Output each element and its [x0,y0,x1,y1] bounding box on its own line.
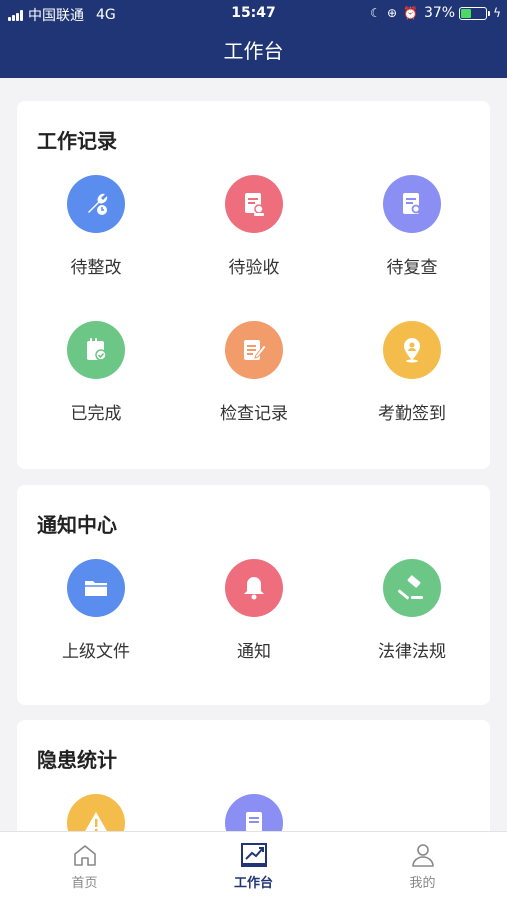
tab-mine[interactable]: 我的 [338,832,507,901]
tab-label: 首页 [71,876,98,891]
tab-label: 工作台 [233,876,273,891]
item-label: 法律法规 [378,642,446,662]
item-label: 待整改 [70,258,122,278]
item-label: 上级文件 [62,642,130,662]
bell-icon [225,559,283,617]
location-pin-icon [383,321,441,379]
document-edit-icon [225,321,283,379]
section-title: 工作记录 [37,129,117,153]
battery-percent: 37% [423,5,456,21]
page-header: 工作台 [0,28,507,78]
battery-level [461,8,471,18]
folder-icon [67,559,125,617]
moon-icon: ☾ [370,6,381,20]
item-label: 待验收 [228,258,280,278]
grid-item-pending-review[interactable]: 待复查 [333,175,491,278]
tab-workbench[interactable]: 工作台 [169,832,338,901]
grid-item-pending-accept[interactable]: 待验收 [175,175,333,278]
document-stamp-icon [225,175,283,233]
grid-item-superior-files[interactable]: 上级文件 [17,559,175,662]
page-title: 工作台 [223,39,284,63]
item-label: 检查记录 [220,404,288,424]
item-label: 已完成 [70,404,122,424]
grid-item-attendance[interactable]: 考勤签到 [333,321,491,424]
bottom-tabbar: 首页 工作台 我的 [0,831,507,901]
section-title: 隐患统计 [37,748,117,772]
status-right: ☾ ⊕ ⏰ 37% ϟ [370,5,501,21]
document-search-icon [383,175,441,233]
grid-item-inspection-records[interactable]: 检查记录 [175,321,333,424]
section-work-records: 工作记录 待整改 待验收 待复查 已完成 检查记录 考勤签到 [17,101,490,469]
tab-label: 我的 [409,876,436,891]
rotation-lock-icon: ⊕ [386,6,397,20]
grid-item-laws[interactable]: 法律法规 [333,559,491,662]
item-label: 待复查 [386,258,438,278]
alarm-icon: ⏰ [403,6,418,20]
section-notice-center: 通知中心 上级文件 通知 法律法规 [17,485,490,705]
wrench-clock-icon [67,175,125,233]
charging-icon: ϟ [493,6,501,20]
chart-icon [169,842,338,870]
clipboard-check-icon [67,321,125,379]
status-bar: 中国联通 4G 15:47 ☾ ⊕ ⏰ 37% ϟ [0,0,507,28]
grid-item-completed[interactable]: 已完成 [17,321,175,424]
item-label: 通知 [237,642,271,662]
tab-home[interactable]: 首页 [0,832,169,901]
grid-item-pending-rectify[interactable]: 待整改 [17,175,175,278]
grid-item-notice[interactable]: 通知 [175,559,333,662]
item-label: 考勤签到 [378,404,446,424]
section-title: 通知中心 [37,513,117,537]
battery-icon [459,6,491,20]
gavel-icon [383,559,441,617]
home-icon [0,842,169,870]
user-icon [338,842,507,870]
